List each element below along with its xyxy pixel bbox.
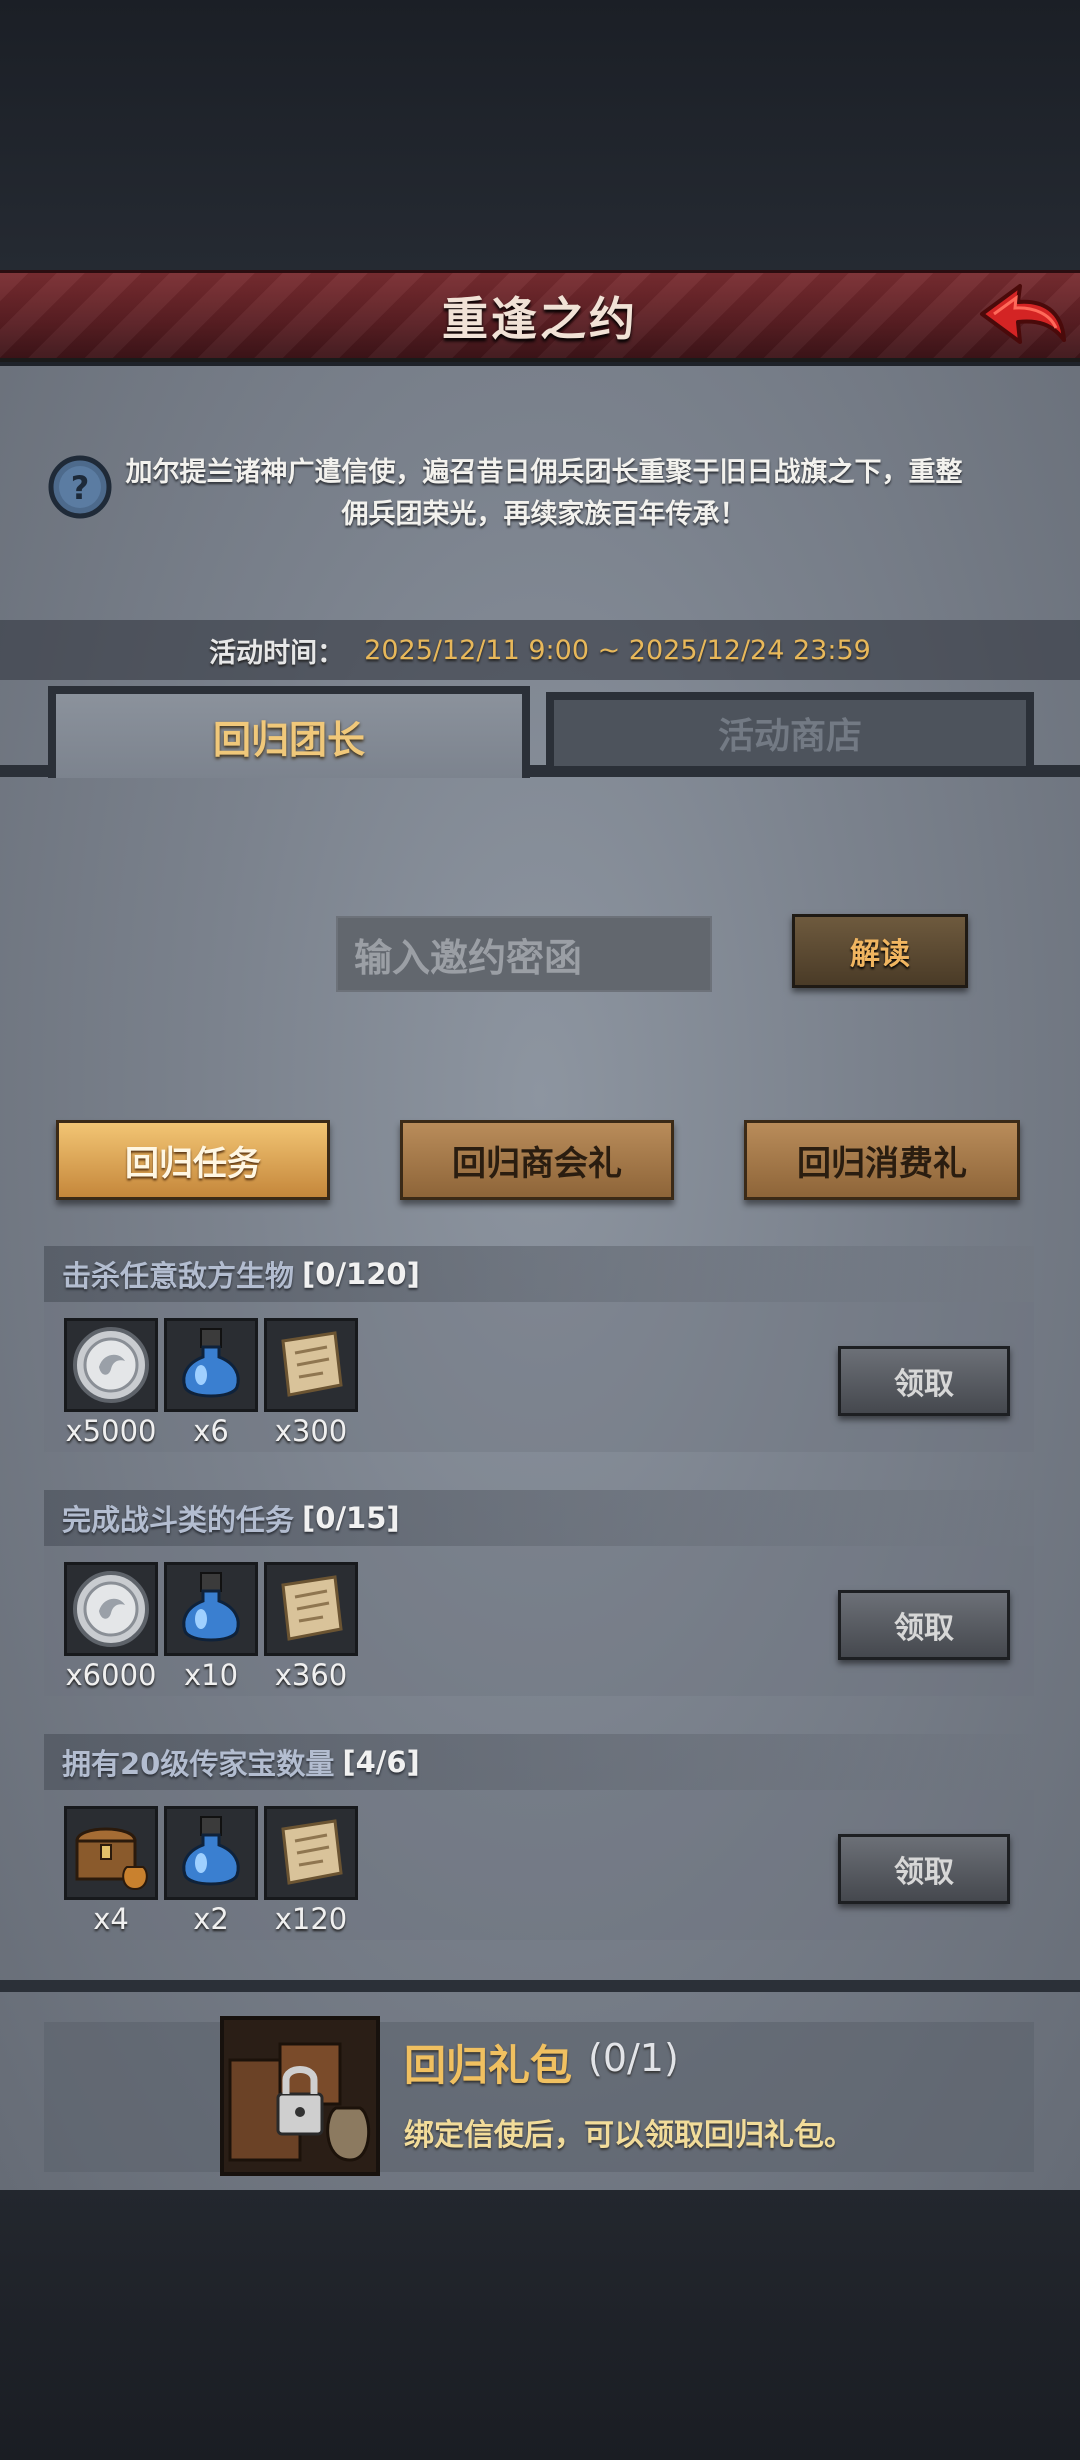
category-label: 回归任务 — [125, 1143, 261, 1184]
blue-potion-icon — [182, 1328, 240, 1398]
return-gift-title: 回归礼包 — [404, 2041, 573, 2090]
claim-button[interactable]: 领取 — [838, 1346, 1010, 1416]
svg-text:?: ? — [71, 469, 90, 507]
claim-button-label: 领取 — [894, 1367, 954, 1402]
scroll-icon — [281, 1331, 343, 1397]
bottom-backdrop — [0, 2190, 1080, 2460]
return-gift-description: 绑定信使后，可以领取回归礼包。 — [404, 2118, 854, 2153]
top-backdrop — [0, 0, 1080, 270]
blue-potion-icon — [182, 1816, 240, 1886]
reward-slot[interactable] — [64, 1806, 158, 1900]
task-header: 完成战斗类的任务 [0/15] — [44, 1490, 1034, 1546]
back-arrow-icon — [980, 284, 1066, 344]
category-guild-gift-button[interactable]: 回归商会礼 — [400, 1120, 674, 1200]
claim-button[interactable]: 领取 — [838, 1834, 1010, 1904]
reward-slot[interactable] — [264, 1806, 358, 1900]
reward-count: x4 — [93, 1902, 129, 1936]
task-header: 击杀任意敌方生物 [0/120] — [44, 1246, 1034, 1302]
task-title: 击杀任意敌方生物 — [62, 1259, 295, 1293]
reward-count: x2 — [193, 1902, 229, 1936]
task-progress: [0/120] — [302, 1257, 420, 1291]
category-label: 回归商会礼 — [452, 1143, 622, 1184]
return-gift-slot[interactable] — [220, 2016, 380, 2176]
silver-coin-icon — [73, 1327, 149, 1403]
event-description: 加尔提兰诸神广遣信使，遍召昔日佣兵团长重聚于旧日战旗之下，重整佣兵团荣光，再续家… — [125, 457, 963, 530]
reward-count: x6000 — [65, 1658, 157, 1692]
category-spending-gift-button[interactable]: 回归消费礼 — [744, 1120, 1020, 1200]
task-progress: [4/6] — [342, 1745, 420, 1779]
scroll-icon — [281, 1819, 343, 1885]
task-progress: [0/15] — [302, 1501, 400, 1535]
event-time-value: 2025/12/11 9:00 ~ 2025/12/24 23:59 — [364, 634, 871, 666]
silver-coin-icon — [73, 1571, 149, 1647]
gift-divider — [0, 1980, 1080, 1992]
tab-event-shop[interactable]: 活动商店 — [546, 692, 1034, 774]
reward-slot[interactable] — [64, 1562, 158, 1656]
title-bar: 重逢之约 — [0, 270, 1080, 362]
tab-returning-leader[interactable]: 回归团长 — [48, 686, 530, 778]
return-gift-count: (0/1) — [588, 2036, 679, 2080]
decode-button[interactable]: 解读 — [792, 914, 968, 988]
scroll-icon — [281, 1575, 343, 1641]
reward-slot[interactable] — [164, 1318, 258, 1412]
locked-crate-icon — [228, 2042, 371, 2162]
reward-count: x10 — [183, 1658, 239, 1692]
blue-potion-icon — [182, 1572, 240, 1642]
tab-label: 回归团长 — [212, 717, 365, 762]
reward-count: x6 — [193, 1414, 229, 1448]
page-title: 重逢之约 — [442, 291, 638, 346]
event-time-label: 活动时间： — [209, 637, 345, 669]
help-icon[interactable]: ? — [48, 455, 112, 519]
category-return-tasks-button[interactable]: 回归任务 — [56, 1120, 330, 1200]
claim-button-label: 领取 — [894, 1855, 954, 1890]
claim-button-label: 领取 — [894, 1611, 954, 1646]
task-title: 完成战斗类的任务 — [62, 1503, 295, 1537]
reward-count: x5000 — [65, 1414, 157, 1448]
reward-slot[interactable] — [64, 1318, 158, 1412]
decode-button-label: 解读 — [850, 937, 910, 972]
task-header: 拥有20级传家宝数量 [4/6] — [44, 1734, 1034, 1790]
category-label: 回归消费礼 — [797, 1143, 967, 1184]
invite-code-input[interactable]: 输入邀约密函 — [336, 916, 712, 992]
reward-slot[interactable] — [164, 1562, 258, 1656]
reward-count: x360 — [274, 1658, 348, 1692]
reward-slot[interactable] — [264, 1318, 358, 1412]
reward-slot[interactable] — [264, 1562, 358, 1656]
tab-label: 活动商店 — [717, 716, 862, 757]
treasure-chest-icon — [75, 1827, 148, 1891]
reward-slot[interactable] — [164, 1806, 258, 1900]
claim-button[interactable]: 领取 — [838, 1590, 1010, 1660]
reward-count: x120 — [274, 1902, 348, 1936]
task-title: 拥有20级传家宝数量 — [62, 1747, 335, 1781]
back-button[interactable] — [974, 276, 1070, 356]
reward-count: x300 — [274, 1414, 348, 1448]
event-time-bar: 活动时间： 2025/12/11 9:00 ~ 2025/12/24 23:59 — [0, 620, 1080, 680]
